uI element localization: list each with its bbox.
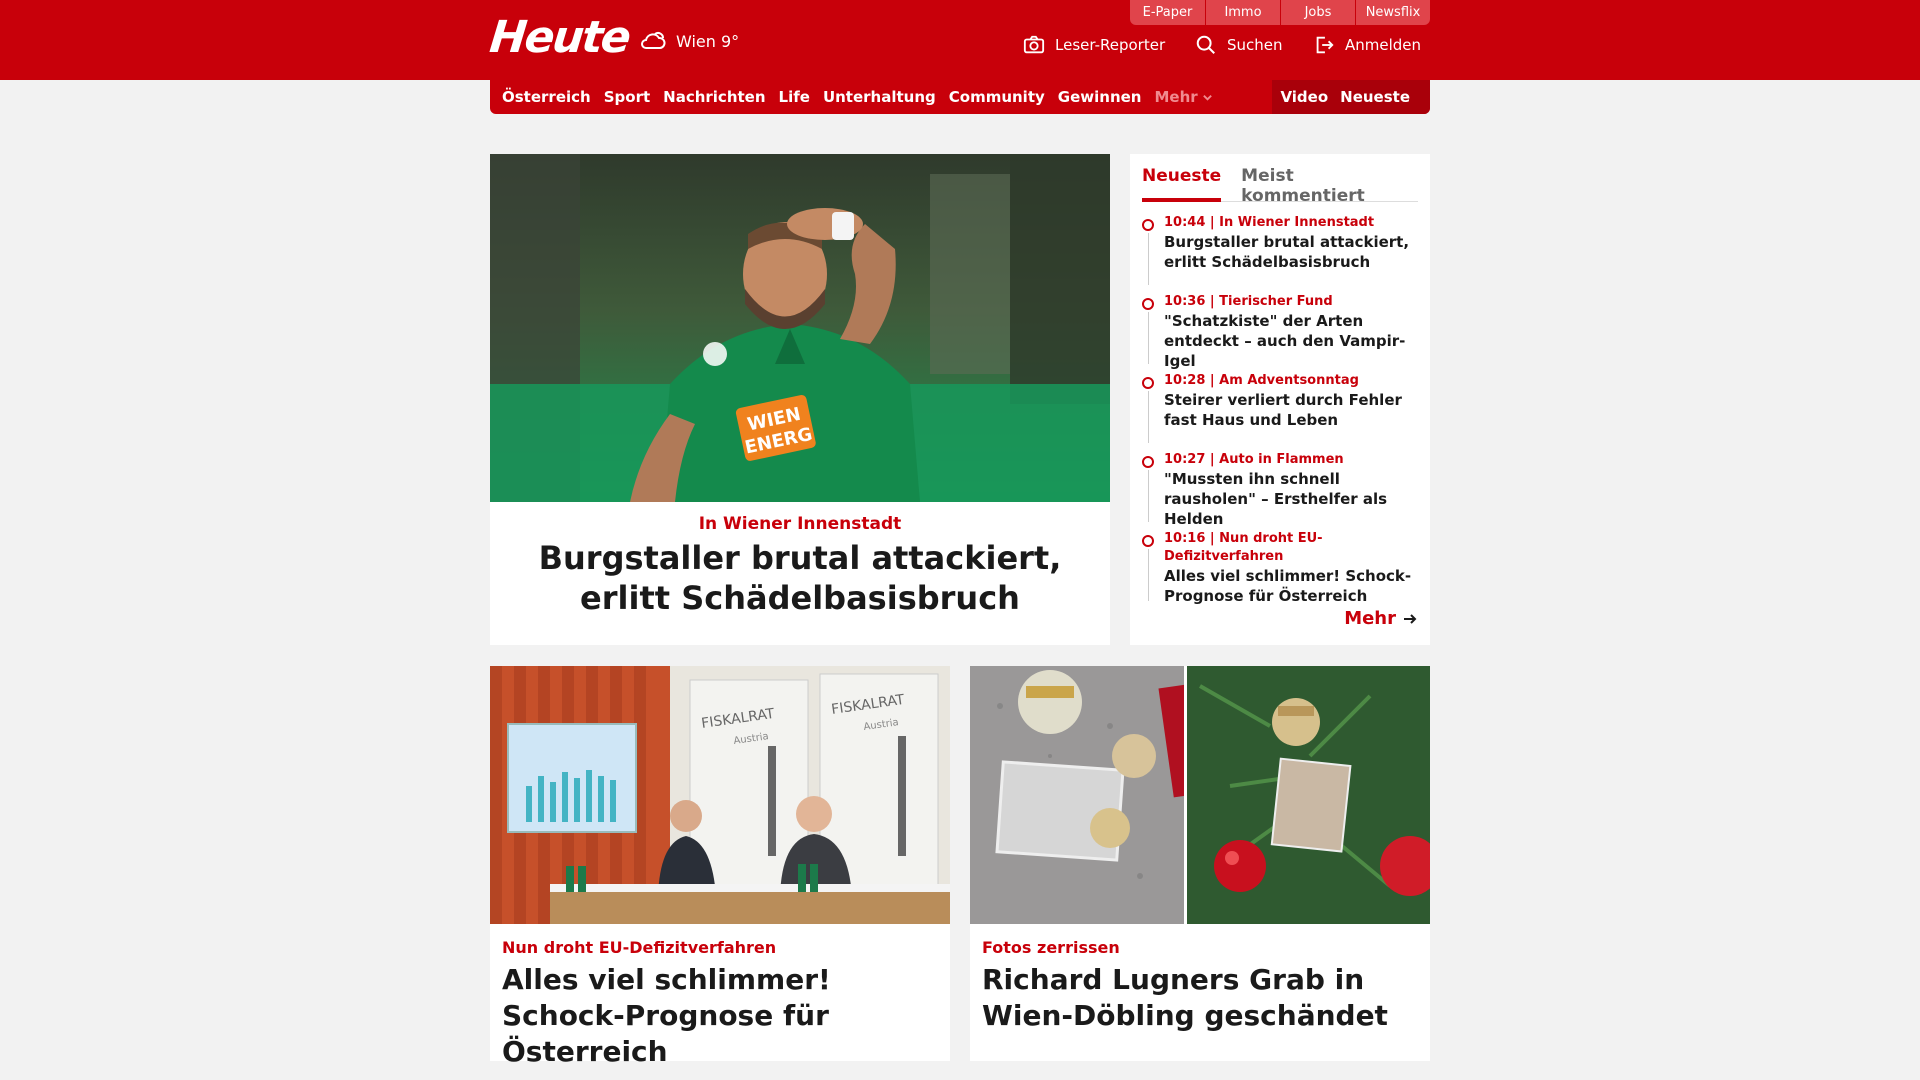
ticker-item[interactable]: 10:36 | Tierischer Fund "Schatzkiste" de… bbox=[1142, 293, 1424, 372]
nav-sport[interactable]: Sport bbox=[604, 88, 650, 106]
ticker-item[interactable]: 10:44 | In Wiener Innenstadt Burgstaller… bbox=[1142, 214, 1424, 293]
ticker-meta: 10:36 | Tierischer Fund bbox=[1164, 294, 1333, 309]
news-ticker-sidebar: Neueste Meist kommentiert 10:44 | In Wie… bbox=[1130, 154, 1430, 645]
ticker-meta: 10:28 | Am Adventsonntag bbox=[1164, 373, 1359, 388]
hero-kicker: In Wiener Innenstadt bbox=[698, 514, 902, 534]
article-headline[interactable]: Alles viel schlimmer! Schock-Prognose fü… bbox=[502, 962, 932, 1070]
tab-meist-kommentiert[interactable]: Meist kommentiert bbox=[1241, 164, 1418, 206]
tab-neueste[interactable]: Neueste bbox=[1142, 164, 1222, 202]
ticker-item[interactable]: 10:16 | Nun droht EU-Defizitverfahren Al… bbox=[1142, 530, 1424, 609]
article-kicker: Fotos zerrissen bbox=[982, 938, 1120, 957]
nav-life[interactable]: Life bbox=[779, 88, 810, 106]
article-card[interactable]: FISKALRAT Austria FISKALRAT Austria Nun … bbox=[490, 666, 950, 1068]
weather-text: Wien 9° bbox=[676, 31, 740, 51]
link-immo[interactable]: Immo bbox=[1205, 0, 1280, 25]
sidebar-more-link[interactable]: Mehr bbox=[1344, 608, 1418, 629]
arrow-right-icon bbox=[1404, 613, 1417, 624]
site-header bbox=[0, 0, 1920, 80]
ticker-title[interactable]: Steirer verliert durch Fehler fast Haus … bbox=[1164, 390, 1424, 430]
link-epaper[interactable]: E-Paper bbox=[1130, 0, 1205, 25]
nav-right-group: Video Neueste bbox=[1272, 80, 1430, 114]
article-headline[interactable]: Richard Lugners Grab in Wien-Döbling ges… bbox=[982, 962, 1412, 1034]
hero-article[interactable]: WIEN ENERG In Wiener Innenstadt Burgstal… bbox=[490, 154, 1110, 645]
leser-reporter-button[interactable]: Leser-Reporter bbox=[1023, 34, 1165, 56]
ticker-list: 10:44 | In Wiener Innenstadt Burgstaller… bbox=[1142, 214, 1424, 609]
login-icon bbox=[1316, 36, 1334, 54]
ticker-title[interactable]: Alles viel schlimmer! Schock-Prognose fü… bbox=[1164, 566, 1424, 606]
ticker-meta: 10:44 | In Wiener Innenstadt bbox=[1164, 215, 1375, 230]
nav-community[interactable]: Community bbox=[949, 88, 1045, 106]
nav-more-label: Mehr bbox=[1154, 88, 1198, 106]
ticker-title[interactable]: Burgstaller brutal attackiert, erlitt Sc… bbox=[1164, 232, 1424, 272]
login-button[interactable]: Anmelden bbox=[1313, 34, 1421, 56]
nav-more-dropdown[interactable]: Mehr bbox=[1154, 88, 1212, 106]
article-kicker: Nun droht EU-Defizitverfahren bbox=[502, 938, 777, 957]
camera-icon bbox=[1023, 35, 1045, 54]
ticker-title[interactable]: "Mussten ihn schnell rausholen" – Ersthe… bbox=[1164, 469, 1424, 529]
leser-reporter-label: Leser-Reporter bbox=[1055, 36, 1166, 54]
sidebar-tabs: Neueste Meist kommentiert bbox=[1142, 164, 1418, 206]
site-logo[interactable]: Heute bbox=[487, 10, 632, 66]
nav-unterhaltung[interactable]: Unterhaltung bbox=[823, 88, 936, 106]
weather-cloud-icon bbox=[641, 32, 666, 49]
ticker-title[interactable]: "Schatzkiste" der Arten entdeckt – auch … bbox=[1164, 311, 1424, 371]
main-navigation: Österreich Sport Nachrichten Life Unterh… bbox=[490, 80, 1430, 114]
nav-gewinnen[interactable]: Gewinnen bbox=[1058, 88, 1142, 106]
ticker-item[interactable]: 10:27 | Auto in Flammen "Mussten ihn sch… bbox=[1142, 451, 1424, 530]
nav-oesterreich[interactable]: Österreich bbox=[502, 88, 591, 106]
top-service-links: E-Paper Immo Jobs Newsflix bbox=[1130, 0, 1430, 25]
sidebar-more-label: Mehr bbox=[1344, 608, 1396, 629]
nav-neueste[interactable]: Neueste bbox=[1340, 88, 1410, 106]
ticker-meta: 10:16 | Nun droht EU-Defizitverfahren bbox=[1164, 531, 1323, 564]
search-label: Suchen bbox=[1227, 36, 1283, 54]
hero-image[interactable]: WIEN ENERG bbox=[490, 154, 1110, 502]
ticker-meta: 10:27 | Auto in Flammen bbox=[1164, 452, 1344, 467]
weather-widget[interactable]: Wien 9° bbox=[638, 26, 739, 56]
search-button[interactable]: Suchen bbox=[1195, 34, 1283, 56]
link-jobs[interactable]: Jobs bbox=[1280, 0, 1355, 25]
article-image[interactable] bbox=[970, 666, 1430, 924]
article-card[interactable]: Fotos zerrissen Richard Lugners Grab in … bbox=[970, 666, 1430, 1061]
article-image[interactable]: FISKALRAT Austria FISKALRAT Austria bbox=[490, 666, 950, 924]
hero-headline[interactable]: Burgstaller brutal attackiert, erlitt Sc… bbox=[490, 538, 1110, 618]
nav-nachrichten[interactable]: Nachrichten bbox=[663, 88, 765, 106]
nav-video[interactable]: Video bbox=[1280, 88, 1328, 106]
search-icon bbox=[1196, 35, 1215, 54]
link-newsflix[interactable]: Newsflix bbox=[1355, 0, 1430, 25]
ticker-item[interactable]: 10:28 | Am Adventsonntag Steirer verlier… bbox=[1142, 372, 1424, 451]
login-label: Anmelden bbox=[1345, 36, 1422, 54]
chevron-down-icon bbox=[1202, 94, 1212, 101]
